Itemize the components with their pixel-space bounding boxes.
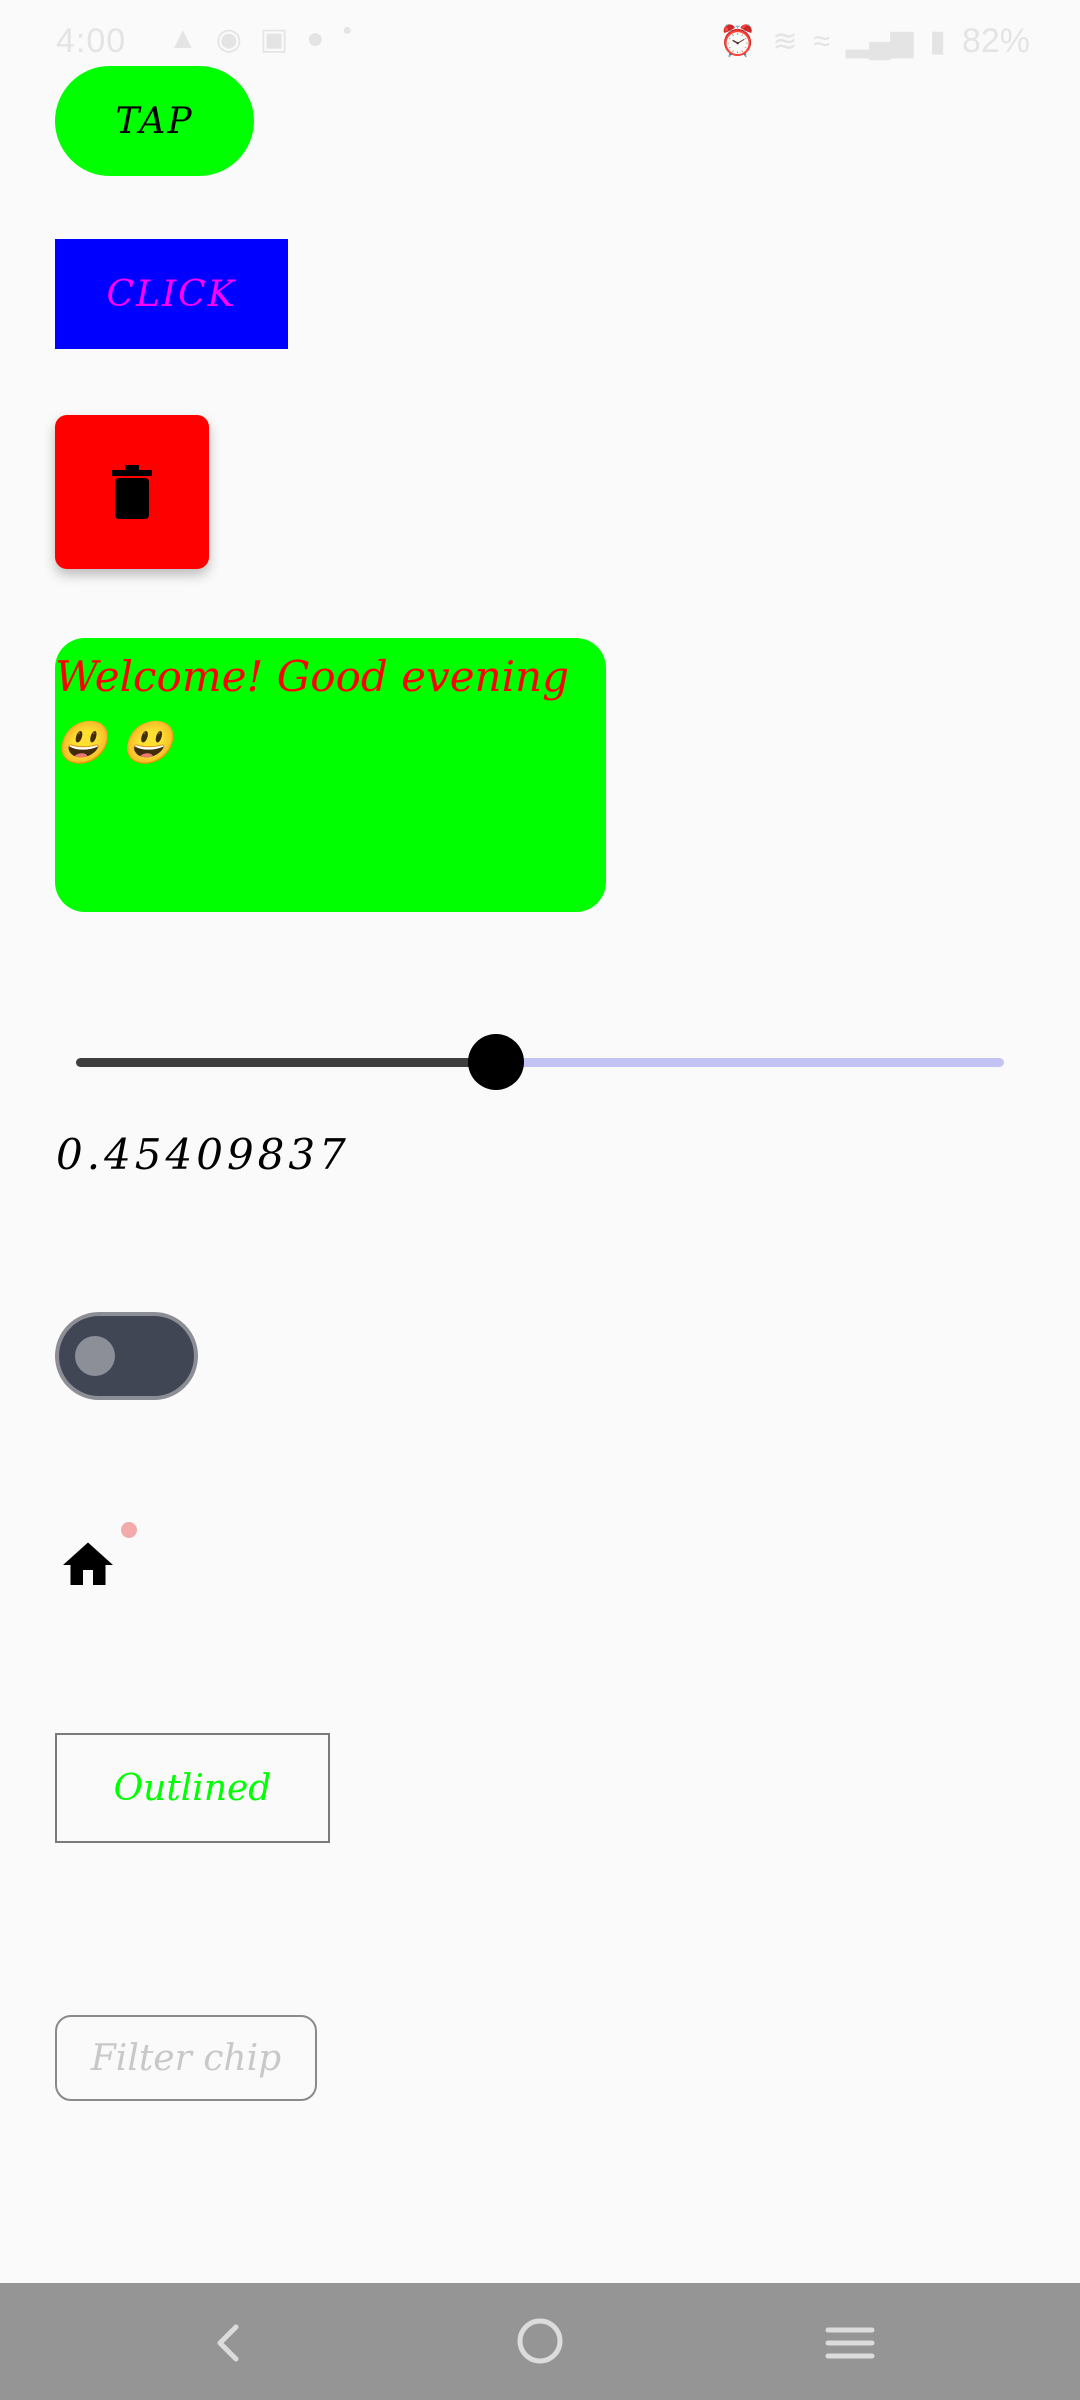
click-button[interactable]: CLICK [55, 239, 288, 349]
signal-icon: ▂▄▆ [846, 25, 914, 58]
status-right-icons: ⏰ ≋ ≈ ▂▄▆ ▮ 82% [719, 22, 1030, 61]
location-icon: ◉ [215, 23, 242, 56]
navigation-bar [0, 2283, 1080, 2400]
welcome-card: Welcome! Good evening 😃 😃 [55, 638, 606, 912]
status-icon: ● [306, 22, 325, 55]
battery-icon: ▮ [929, 25, 946, 58]
switch-thumb [75, 1336, 115, 1376]
outlined-button-label: Outlined [113, 1767, 272, 1809]
toggle-switch[interactable] [55, 1312, 198, 1400]
wifi-icon: ≈ [813, 24, 831, 58]
status-time: 4:00 [56, 22, 127, 60]
delete-button[interactable] [55, 415, 209, 569]
tap-button-label: TAP [115, 100, 194, 142]
welcome-text: Welcome! Good evening 😃 😃 [55, 652, 569, 767]
vibrate-icon: ≋ [772, 25, 798, 58]
click-button-label: CLICK [106, 273, 237, 315]
notification-icon: ▲ [168, 22, 198, 55]
menu-icon[interactable] [820, 2313, 880, 2373]
slider-thumb[interactable] [468, 1034, 524, 1090]
trash-icon [112, 465, 152, 519]
battery-percent: 82% [961, 22, 1030, 60]
tap-button[interactable]: TAP [55, 66, 254, 176]
dot-icon: ● [342, 22, 353, 39]
filter-chip[interactable]: Filter chip [55, 2015, 317, 2101]
alarm-icon: ⏰ [719, 25, 757, 58]
value-slider[interactable] [76, 1032, 1004, 1092]
back-icon[interactable] [200, 2313, 260, 2373]
home-icon[interactable] [58, 1535, 118, 1595]
instagram-icon: ▣ [259, 23, 289, 56]
filter-chip-label: Filter chip [90, 2037, 282, 2079]
home-circle-icon[interactable] [510, 2311, 570, 2371]
notification-badge [121, 1522, 137, 1538]
status-left-icons: ▲ ◉ ▣ ● ● [168, 22, 352, 57]
slider-value-text: 0.45409837 [56, 1130, 350, 1179]
outlined-button[interactable]: Outlined [55, 1733, 330, 1843]
slider-active-track [76, 1058, 498, 1067]
slider-inactive-track [498, 1058, 1004, 1067]
